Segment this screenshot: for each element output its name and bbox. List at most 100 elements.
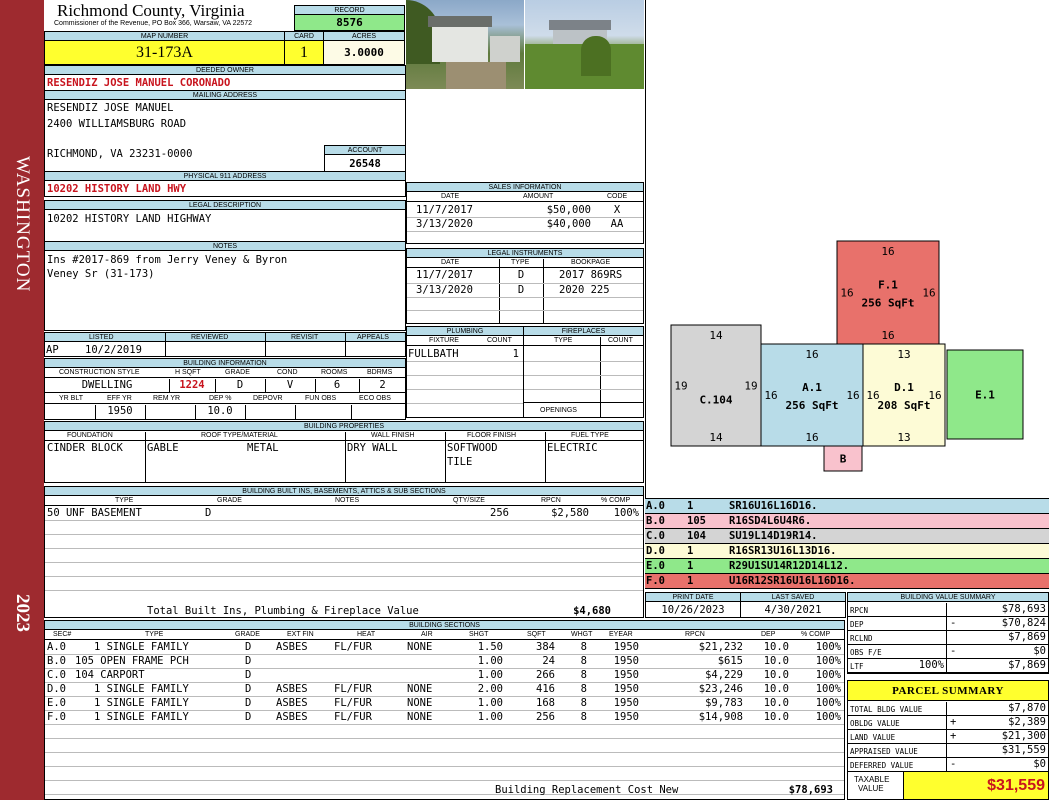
rooms-value: 6: [333, 379, 341, 391]
bs-cell-ext: ASBES: [276, 641, 308, 653]
sketch-block-label: E.1: [975, 389, 995, 402]
sketch-dim-bottom: 14: [709, 431, 723, 444]
openings-label: OPENINGS: [540, 407, 577, 414]
value-summary-label: RCLND: [850, 634, 873, 643]
bs-col-type: TYPE: [145, 631, 164, 638]
account-box: ACCOUNT 26548: [324, 145, 405, 171]
building-value-summary: BUILDING VALUE SUMMARY RPCN $78,693 DEP - $7…: [847, 592, 1049, 674]
bs-cell-shgt: 1.00: [477, 711, 503, 723]
sale-1-date: 11/7/2017: [416, 204, 473, 216]
side-band: WASHINGTON 2023: [0, 0, 44, 800]
property-photo-2[interactable]: [525, 0, 644, 89]
parcel-summary-label: LAND VALUE: [850, 733, 896, 742]
hsqft-label: H SQFT: [175, 369, 201, 376]
bs-cell-dep: 10.0: [763, 697, 789, 709]
vector-path: R16SR13U16L13D16.: [729, 545, 837, 557]
bs-cell-comp: 100%: [815, 697, 841, 709]
builtins-col-notes: NOTES: [335, 497, 360, 504]
map-number-box: MAP NUMBER 31-173A: [44, 31, 285, 65]
bs-cell-eyear: 1950: [613, 711, 639, 723]
bs-cell-eyear: 1950: [613, 669, 639, 681]
vector-path: SU19L14D19R14.: [729, 530, 818, 542]
bs-cell-type: 104 CARPORT: [75, 669, 145, 681]
fuel-type-value: ELECTRIC: [547, 442, 598, 454]
yr-blt-label: YR BLT: [59, 395, 83, 402]
builtin-1-qty: 256: [490, 507, 509, 519]
bs-cell-dep: 10.0: [763, 655, 789, 667]
sketch-dim-left: 19: [674, 380, 687, 393]
bs-cell-shgt: 1.50: [477, 641, 503, 653]
table-row: E.0 1 SINGLE FAMILY D ASBES FL/FUR NONE 1.00 1…: [45, 697, 844, 711]
reviewed-label: REVIEWED: [191, 334, 229, 341]
bs-col-sqft: SQFT: [527, 631, 546, 638]
account-label: ACCOUNT: [325, 146, 405, 155]
bs-cell-rpcn: $9,783: [705, 697, 743, 709]
fixture-count: 1: [512, 348, 519, 360]
sketch-dim-bottom: 16: [881, 329, 894, 342]
table-row: [45, 781, 844, 795]
table-row: F.0 1 SINGLE FAMILY D ASBES FL/FUR NONE 1.00 2…: [45, 711, 844, 725]
year-label: 2023: [12, 594, 33, 632]
bs-cell-whgt: 8: [580, 711, 587, 723]
sketch-dim-top: 16: [881, 245, 894, 258]
parcel-summary-row: TOTAL BLDG VALUE $7,870: [848, 702, 1048, 716]
building-properties-box: BUILDING PROPERTIES FOUNDATION ROOF TYPE…: [44, 421, 644, 483]
replacement-cost-label: Building Replacement Cost New: [495, 784, 679, 796]
bs-cell-comp: 100%: [815, 641, 841, 653]
vector-sec: B.0: [646, 515, 665, 527]
bs-cell-sqft: 266: [536, 669, 555, 681]
legal-description-box: LEGAL DESCRIPTION 10202 HISTORY LAND HIG…: [44, 200, 406, 242]
parcel-summary-value: $0: [1033, 758, 1046, 770]
sketch-dim-bottom: 16: [805, 431, 818, 444]
roof-material-value: METAL: [247, 442, 279, 454]
bs-col-sec: SEC#: [53, 631, 72, 638]
bs-col-grade: GRADE: [235, 631, 260, 638]
building-info-box: BUILDING INFORMATION CONSTRUCTION STYLE …: [44, 358, 406, 420]
cond-label: COND: [277, 369, 298, 376]
builtins-total-label: Total Built Ins, Plumbing & Fireplace Va…: [147, 605, 419, 617]
sale-2-date: 3/13/2020: [416, 218, 473, 230]
parcel-summary-label: OBLDG VALUE: [850, 719, 900, 728]
bs-col-eyear: EYEAR: [609, 631, 633, 638]
eff-yr-value: 1950: [107, 405, 133, 417]
sale-2-code: AA: [610, 218, 624, 230]
foundation-label: FOUNDATION: [67, 432, 113, 439]
bs-cell-whgt: 8: [580, 669, 587, 681]
builtins-box: BUILDING BUILT INS, BASEMENTS, ATTICS & …: [44, 486, 644, 618]
mailing-line-1: RESENDIZ JOSE MANUEL: [47, 102, 174, 114]
bs-cell-sqft: 384: [536, 641, 555, 653]
bs-cell-rpcn: $23,246: [698, 683, 743, 695]
table-row: [45, 767, 844, 781]
sale-2-amount: $40,000: [546, 218, 591, 230]
builtins-col-rpcn: RPCN: [541, 497, 561, 504]
print-date-label: PRINT DATE: [646, 593, 740, 602]
taxable-label-1: TAXABLE: [854, 775, 890, 784]
bs-cell-shgt: 2.00: [477, 683, 503, 695]
property-photo-1[interactable]: [406, 0, 524, 89]
instr-col-date: DATE: [441, 259, 460, 266]
instr-2-date: 3/13/2020: [416, 284, 473, 296]
sales-col-date: DATE: [441, 193, 460, 200]
bs-cell-type: 105 OPEN FRAME PCH: [75, 655, 189, 667]
sale-1-code: X: [613, 204, 621, 216]
instr-col-bookpage: BOOKPAGE: [571, 259, 611, 266]
value-summary-label: OBS F/E: [850, 648, 882, 657]
vector-sec: C.0: [646, 530, 665, 542]
bs-cell-eyear: 1950: [613, 655, 639, 667]
bs-cell-whgt: 8: [580, 683, 587, 695]
hsqft-value: 1224: [179, 379, 205, 391]
value-summary-row: RCLND $7,869: [848, 631, 1048, 645]
account-value: 26548: [349, 158, 381, 170]
vector-list: A.0 1 SR16U16L16D16. B.0 105 R16SD4L6U4R6. C.0…: [645, 498, 1049, 589]
wall-finish-label: WALL FINISH: [371, 432, 415, 439]
record-value: 8576: [295, 15, 404, 30]
roof-type-value: GABLE: [147, 442, 179, 454]
vector-path: R16SD4L6U4R6.: [729, 515, 812, 527]
parcel-summary-label: DEFERRED VALUE: [850, 761, 914, 770]
bs-col-air: AIR: [421, 631, 433, 638]
notes-line-2: Veney Sr (31-173): [47, 268, 155, 280]
print-date-value: 10/26/2023: [661, 604, 725, 616]
value-summary-row: DEP - $70,824: [848, 617, 1048, 631]
instr-col-type: TYPE: [511, 259, 530, 266]
depovr-label: DEPOVR: [253, 395, 283, 402]
